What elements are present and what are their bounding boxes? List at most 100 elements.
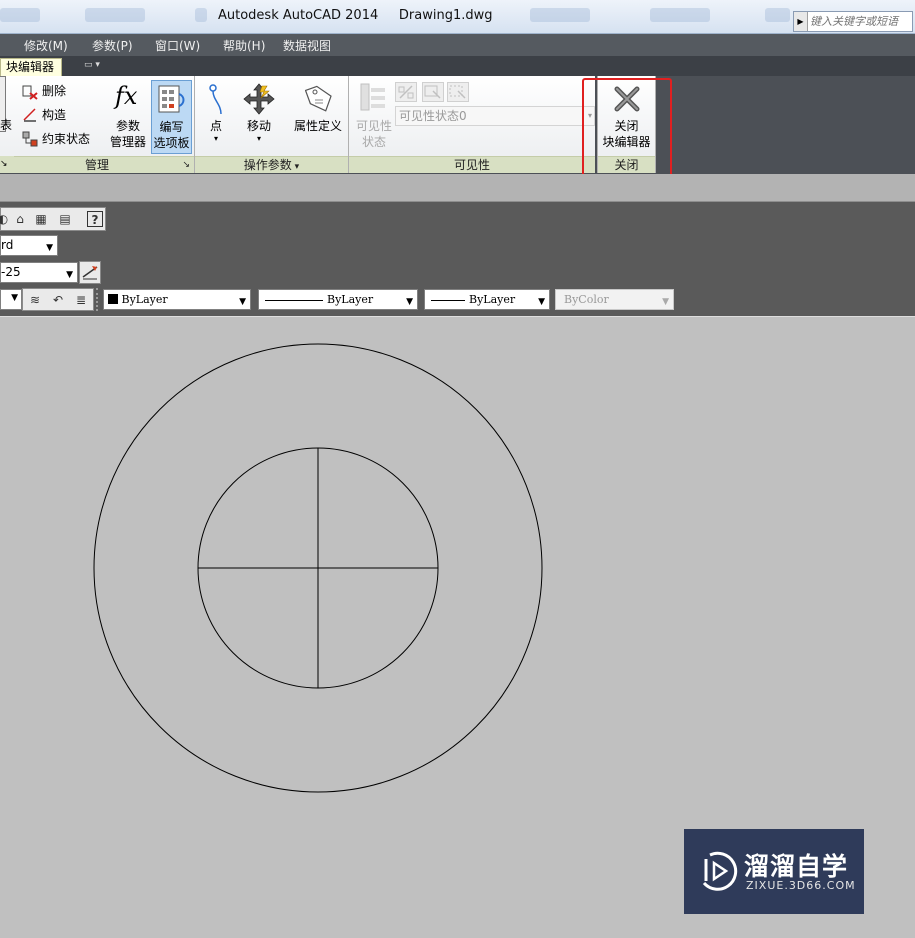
palette-icon [158,85,185,113]
tool-palettes-icon[interactable]: ▦ [33,211,49,227]
menu-help[interactable]: 帮助(H) [223,37,265,54]
make-visible-button[interactable] [422,82,444,102]
linetype-value: ByLayer [327,293,374,306]
document-title: Drawing1.dwg [398,8,493,23]
lineweight-sample [431,300,465,301]
help-search-box[interactable]: ▶ [793,11,913,32]
make-visible-icon [424,85,441,99]
chevron-down-icon: ▼ [662,297,669,307]
visibility-mode-button[interactable] [395,82,417,102]
menu-modify[interactable]: 修改(M) [24,37,68,54]
play-logo-icon [702,851,738,891]
search-expand-arrow-icon[interactable]: ▶ [794,12,808,31]
visibility-mode-icon [398,85,414,99]
lineweight-value: ByLayer [469,293,516,306]
help-icon[interactable]: ? [87,211,103,227]
menu-data-view[interactable]: 数据视图 [283,37,331,54]
dim-style-value: -25 [1,265,21,279]
visibility-states-label-line1: 可见性 [355,119,392,133]
point-parameter-button[interactable]: 点 ▾ [201,80,231,150]
partial-label: 表 [0,118,13,132]
ribbon-display-toggle-icon[interactable]: ▭ ▾ [84,60,112,73]
chevron-down-icon: ▼ [46,243,53,253]
layer-properties-icon[interactable]: ≋ [27,292,43,308]
menu-window[interactable]: 窗口(W) [155,37,200,54]
delete-icon [22,85,38,100]
toolbar-grip[interactable] [96,288,100,311]
ribbon: 表 删除 构造 约束状态 fx 参数 管理器 编写 选项板 管理 ↘ ↘ 点 ▾… [0,76,915,174]
chevron-down-icon: ▼ [538,297,545,307]
watermark-title: 溜溜自学 [744,852,849,881]
color-value: ByLayer [121,293,168,306]
title-bar: Autodesk AutoCAD 2014 Drawing1.dwg ▶ [0,0,915,34]
blurred-tab [0,8,40,22]
panel-action-parameters-title: 操作参数 ▾ [195,156,348,173]
panel-launcher-icon[interactable]: ↘ [182,157,190,173]
blurred-tab [650,8,710,22]
window-title: Autodesk AutoCAD 2014 Drawing1.dwg [218,8,493,23]
blurred-tab [530,8,590,22]
menu-parametric[interactable]: 参数(P) [92,37,133,54]
construct-label: 构造 [42,108,67,122]
construct-icon [23,108,36,122]
layer-states-icon[interactable]: ≣ [73,292,89,308]
attribute-definition-button[interactable]: 属性定义 [291,80,345,140]
point-dropdown-arrow-icon[interactable]: ▾ [201,134,231,143]
visibility-states-label-line2: 状态 [361,135,386,149]
linetype-combo[interactable]: ByLayer ▼ [258,289,418,310]
move-action-button[interactable]: 移动 ▾ [237,80,281,150]
layer-toolbar: ≋ ↶ ≣ [22,288,94,311]
parameter-manager-label-line1: 参数 [115,119,140,133]
authoring-palettes-label-line2: 选项板 [153,136,190,150]
attribute-tag-icon [305,85,332,112]
panel-manage: 表 删除 构造 约束状态 fx 参数 管理器 编写 选项板 管理 ↘ ↘ [0,76,194,173]
layer-combo[interactable]: ▼ [0,289,22,310]
visibility-states-label: 可见性 状态 [351,118,397,150]
move-label: 移动 [246,119,271,133]
dim-style-button[interactable] [79,261,101,284]
left-panel-launcher-icon[interactable]: ↘ [0,156,14,173]
text-style-combo[interactable]: rd ▼ [0,235,58,256]
parameter-manager-label: 参数 管理器 [103,118,153,150]
lineweight-combo[interactable]: ByLayer ▼ [424,289,550,310]
authoring-palettes-button[interactable]: 编写 选项板 [151,80,192,154]
panel-action-parameters-title-text: 操作参数 [243,158,292,172]
chevron-down-icon: ▼ [239,297,246,307]
layer-previous-icon[interactable]: ↶ [50,292,66,308]
constraint-state-label: 约束状态 [42,132,91,146]
fx-icon: fx [115,82,138,110]
parameter-manager-label-line2: 管理器 [109,135,146,149]
tab-block-editor[interactable]: 块编辑器 [0,58,62,76]
linetype-sample [265,300,323,301]
color-swatch [108,294,118,304]
chevron-down-icon: ▼ [406,297,413,307]
chevron-down-icon: ▼ [11,293,18,303]
standard-toolbar: ◐ ⌂ ▦ ▤ ? [0,207,106,231]
visibility-state-dropdown[interactable]: 可见性状态0 ▾ [395,106,595,126]
watermark-logo: 溜溜自学 ZIXUE.3D66.COM [684,829,864,914]
dim-style-combo[interactable]: -25 ▼ [0,262,78,283]
visibility-states-button[interactable]: 可见性 状态 [351,80,393,154]
attribute-definition-label: 属性定义 [293,119,342,133]
plot-style-combo[interactable]: ByColor ▼ [555,289,674,310]
toolbar-area: ◐ ⌂ ▦ ▤ ? rd ▼ -25 ▼ ▼ ≋ ↶ ≣ ByLayer ▼ B… [0,202,915,316]
panel-action-parameters: 点 ▾ 移动 ▾ 属性定义 操作参数 ▾ [195,76,348,173]
move-dropdown-arrow-icon[interactable]: ▾ [237,134,281,143]
help-search-input[interactable] [810,15,910,28]
point-parameter-icon [209,84,222,115]
blurred-tab [195,8,207,22]
color-combo[interactable]: ByLayer ▼ [103,289,251,310]
design-center-icon[interactable]: ⌂ [12,211,28,227]
panel-dropdown-arrow-icon[interactable]: ▾ [292,162,300,172]
panel-manage-title-text: 管理 [84,158,109,172]
blurred-tab [765,8,790,22]
visibility-states-icon [360,83,385,111]
make-invisible-button[interactable] [447,82,469,102]
properties-icon[interactable]: ◐ [0,211,11,227]
blurred-tab [85,8,145,22]
move-icon [243,83,275,115]
delete-label: 删除 [42,84,67,98]
ribbon-bottom-strip [0,174,915,202]
parameter-manager-button[interactable]: fx 参数 管理器 [103,80,147,154]
calculator-icon[interactable]: ▤ [57,211,73,227]
